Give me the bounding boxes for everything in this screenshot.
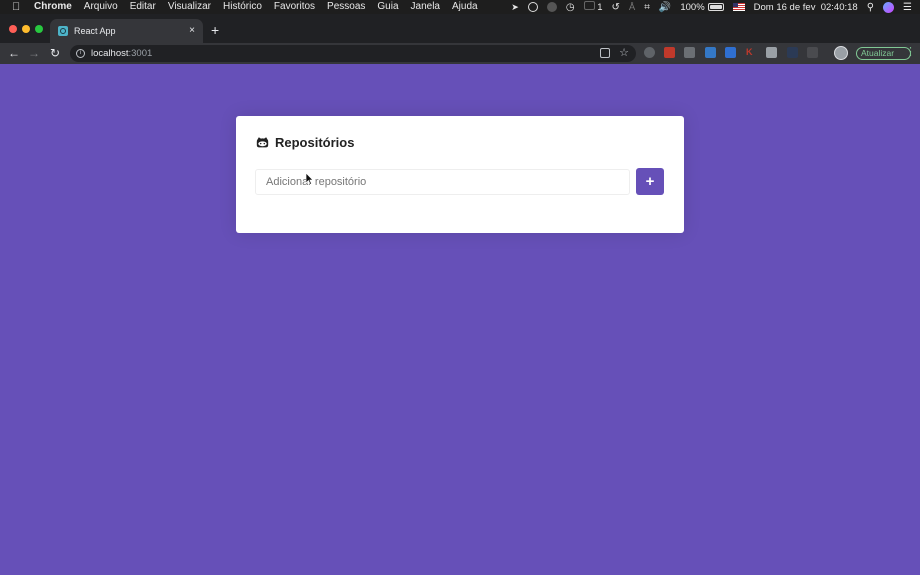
github-icon [256,137,269,148]
browser-menu-icon[interactable]: ⋮ [905,46,916,58]
spotlight-search-icon[interactable]: ⚲ [867,2,874,13]
browser-toolbar: ← → ↻ i localhost :3001 ☆ K Atualizar ⋮ [0,43,920,64]
tab-react-app[interactable]: React App × [50,19,203,43]
battery-percent: 100% [680,1,705,13]
menu-item-historico[interactable]: Histórico [223,0,262,14]
menu-item-arquivo[interactable]: Arquivo [84,0,118,14]
volume-icon[interactable]: 🔊 [659,2,671,13]
app-status-icon [583,1,595,10]
address-bar[interactable]: i localhost :3001 ☆ [70,45,636,62]
menu-item-ajuda[interactable]: Ajuda [452,0,478,14]
reload-icon[interactable]: ↻ [47,45,63,61]
wifi-icon[interactable]: ⌗ [644,2,650,13]
notification-center-icon[interactable]: ☰ [903,2,912,13]
extension-icon-2[interactable] [664,47,675,58]
update-button[interactable]: Atualizar [856,47,911,60]
macos-menu-bar:  Chrome Arquivo Editar Visualizar Histó… [0,0,920,14]
card-title: Repositórios [275,135,355,150]
forward-arrow-icon[interactable]: → [26,45,42,61]
new-tab-button[interactable]: + [211,23,219,37]
timer-icon[interactable]: ◷ [566,2,575,13]
browser-tab-strip: React App × + [0,14,920,43]
menu-app-name[interactable]: Chrome [34,0,72,14]
menu-item-editar[interactable]: Editar [130,0,156,14]
menu-item-janela[interactable]: Janela [411,0,440,14]
mouse-cursor-icon [306,173,314,185]
tab-close-icon[interactable]: × [189,26,195,36]
url-port: :3001 [128,48,153,59]
menu-items: Chrome Arquivo Editar Visualizar Históri… [34,0,478,14]
camera-extension-icon[interactable] [766,47,777,58]
tab-title: React App [74,26,116,36]
extension-icon-8[interactable] [787,47,798,58]
window-close-button[interactable] [9,25,17,33]
menu-item-pessoas[interactable]: Pessoas [327,0,365,14]
menu-bar-status-area: ➤ ◷ 1 ↺ Å ⌗ 🔊 100% Dom 16 de fev 02:40:1… [511,0,912,14]
react-favicon-icon [58,26,68,36]
back-arrow-icon[interactable]: ← [6,45,22,61]
extension-icon-5[interactable] [725,47,736,58]
window-minimize-button[interactable] [22,25,30,33]
profile-avatar[interactable] [834,46,848,60]
site-info-icon[interactable]: i [76,49,85,58]
extension-icon-1[interactable] [644,47,655,58]
extension-icon-4[interactable] [705,47,716,58]
window-zoom-button[interactable] [35,25,43,33]
bookmark-star-icon[interactable]: ☆ [619,46,629,60]
record-status-icon[interactable] [546,2,557,12]
repositories-card: Repositórios + [236,116,684,233]
battery-status[interactable]: 100% [680,1,724,13]
extension-icon-9[interactable] [807,47,818,58]
status-counter[interactable]: 1 [583,1,603,13]
circle-status-icon[interactable] [527,2,538,12]
time-machine-icon[interactable]: ↺ [612,2,620,13]
bluetooth-icon[interactable]: Å [629,2,635,13]
card-header: Repositórios [256,135,354,150]
menu-item-visualizar[interactable]: Visualizar [168,0,211,14]
menu-datetime[interactable]: Dom 16 de fev 02:40:18 [754,2,858,13]
us-flag-icon[interactable] [732,3,745,11]
menu-item-guia[interactable]: Guia [377,0,398,14]
battery-icon [707,3,724,11]
extension-icon-3[interactable] [684,47,695,58]
apple-icon[interactable]:  [12,0,24,14]
add-repository-button[interactable]: + [636,168,664,195]
url-host: localhost [91,48,129,59]
page-content: Repositórios + [0,64,920,575]
translate-icon[interactable] [600,48,610,58]
menu-item-favoritos[interactable]: Favoritos [274,0,315,14]
location-arrow-icon[interactable]: ➤ [511,2,519,13]
siri-icon[interactable] [883,1,895,13]
extension-icon-6[interactable]: K [746,47,757,58]
